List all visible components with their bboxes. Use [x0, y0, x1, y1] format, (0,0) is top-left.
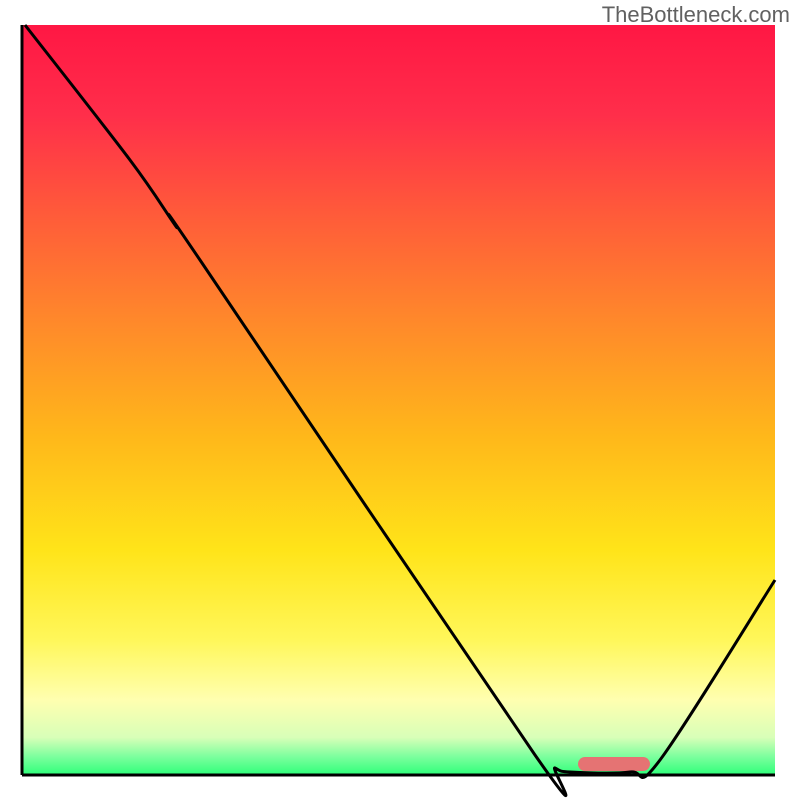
watermark-text: TheBottleneck.com: [602, 2, 790, 28]
gradient-background: [22, 25, 775, 775]
chart-svg: [0, 0, 800, 800]
bottleneck-chart: TheBottleneck.com: [0, 0, 800, 800]
optimal-marker: [578, 757, 650, 771]
